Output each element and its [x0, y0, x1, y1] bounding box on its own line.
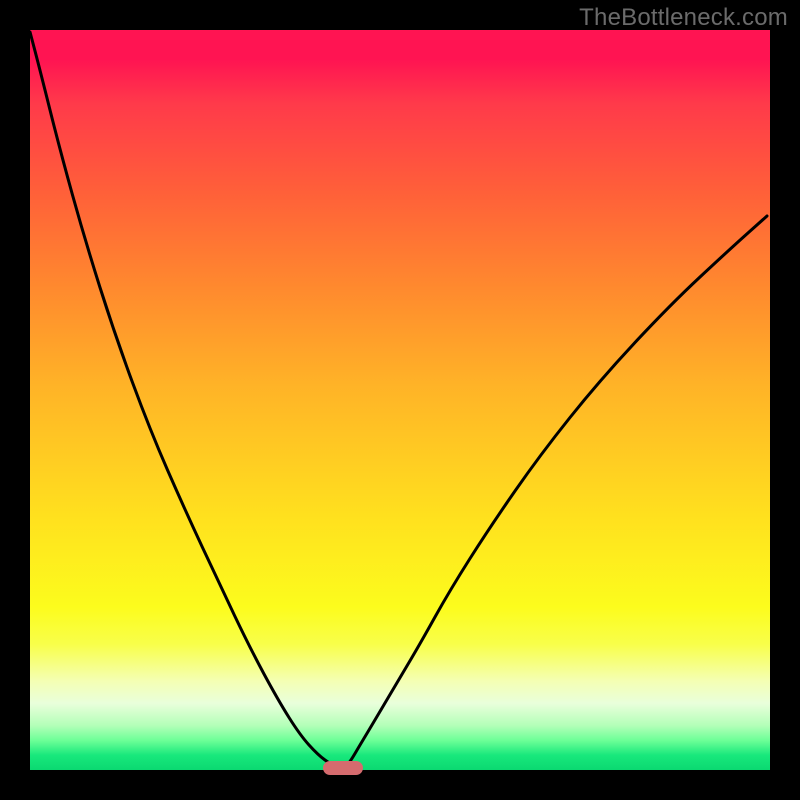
curve-svg — [30, 30, 770, 770]
chart-container: TheBottleneck.com — [0, 0, 800, 800]
curve-right-branch — [343, 216, 767, 770]
plot-area — [30, 30, 770, 770]
minimum-marker — [323, 761, 363, 775]
curve-left-branch — [30, 32, 343, 770]
watermark-text: TheBottleneck.com — [579, 4, 788, 32]
